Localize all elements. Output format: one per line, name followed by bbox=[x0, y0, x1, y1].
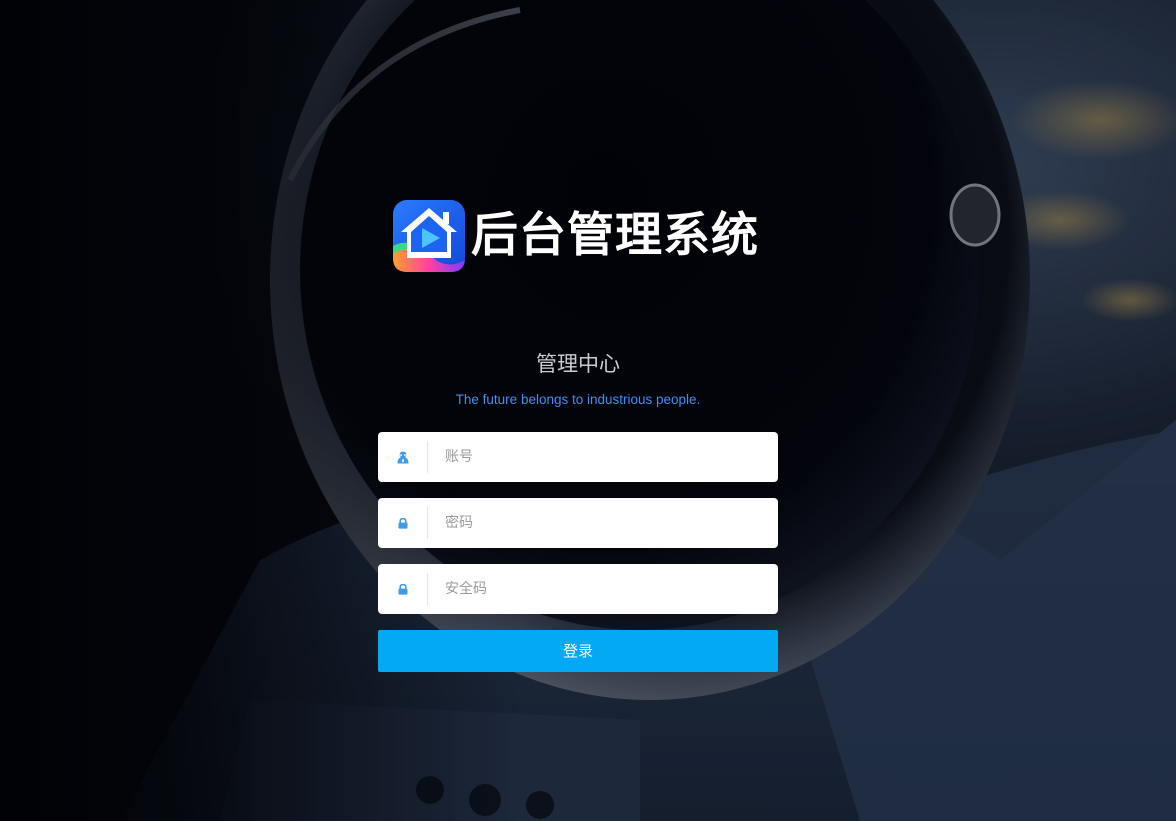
user-icon bbox=[378, 432, 428, 482]
security-code-field[interactable] bbox=[378, 564, 778, 614]
lock-icon bbox=[378, 498, 428, 548]
brand-header: 后台管理系统 bbox=[393, 200, 759, 272]
login-slogan: The future belongs to industrious people… bbox=[455, 392, 701, 407]
house-play-app-icon bbox=[393, 200, 465, 272]
login-button[interactable]: 登录 bbox=[378, 630, 778, 672]
login-subtitle: 管理中心 bbox=[536, 352, 620, 376]
astronaut-background-image bbox=[0, 0, 1176, 821]
brand-title: 后台管理系统 bbox=[471, 208, 759, 263]
password-field[interactable] bbox=[378, 498, 778, 548]
security-code-input[interactable] bbox=[428, 565, 778, 613]
lock-icon bbox=[378, 564, 428, 614]
account-field[interactable] bbox=[378, 432, 778, 482]
account-input[interactable] bbox=[428, 433, 778, 481]
password-input[interactable] bbox=[428, 499, 778, 547]
login-page: 后台管理系统 管理中心 The future belongs to indust… bbox=[0, 0, 1176, 821]
